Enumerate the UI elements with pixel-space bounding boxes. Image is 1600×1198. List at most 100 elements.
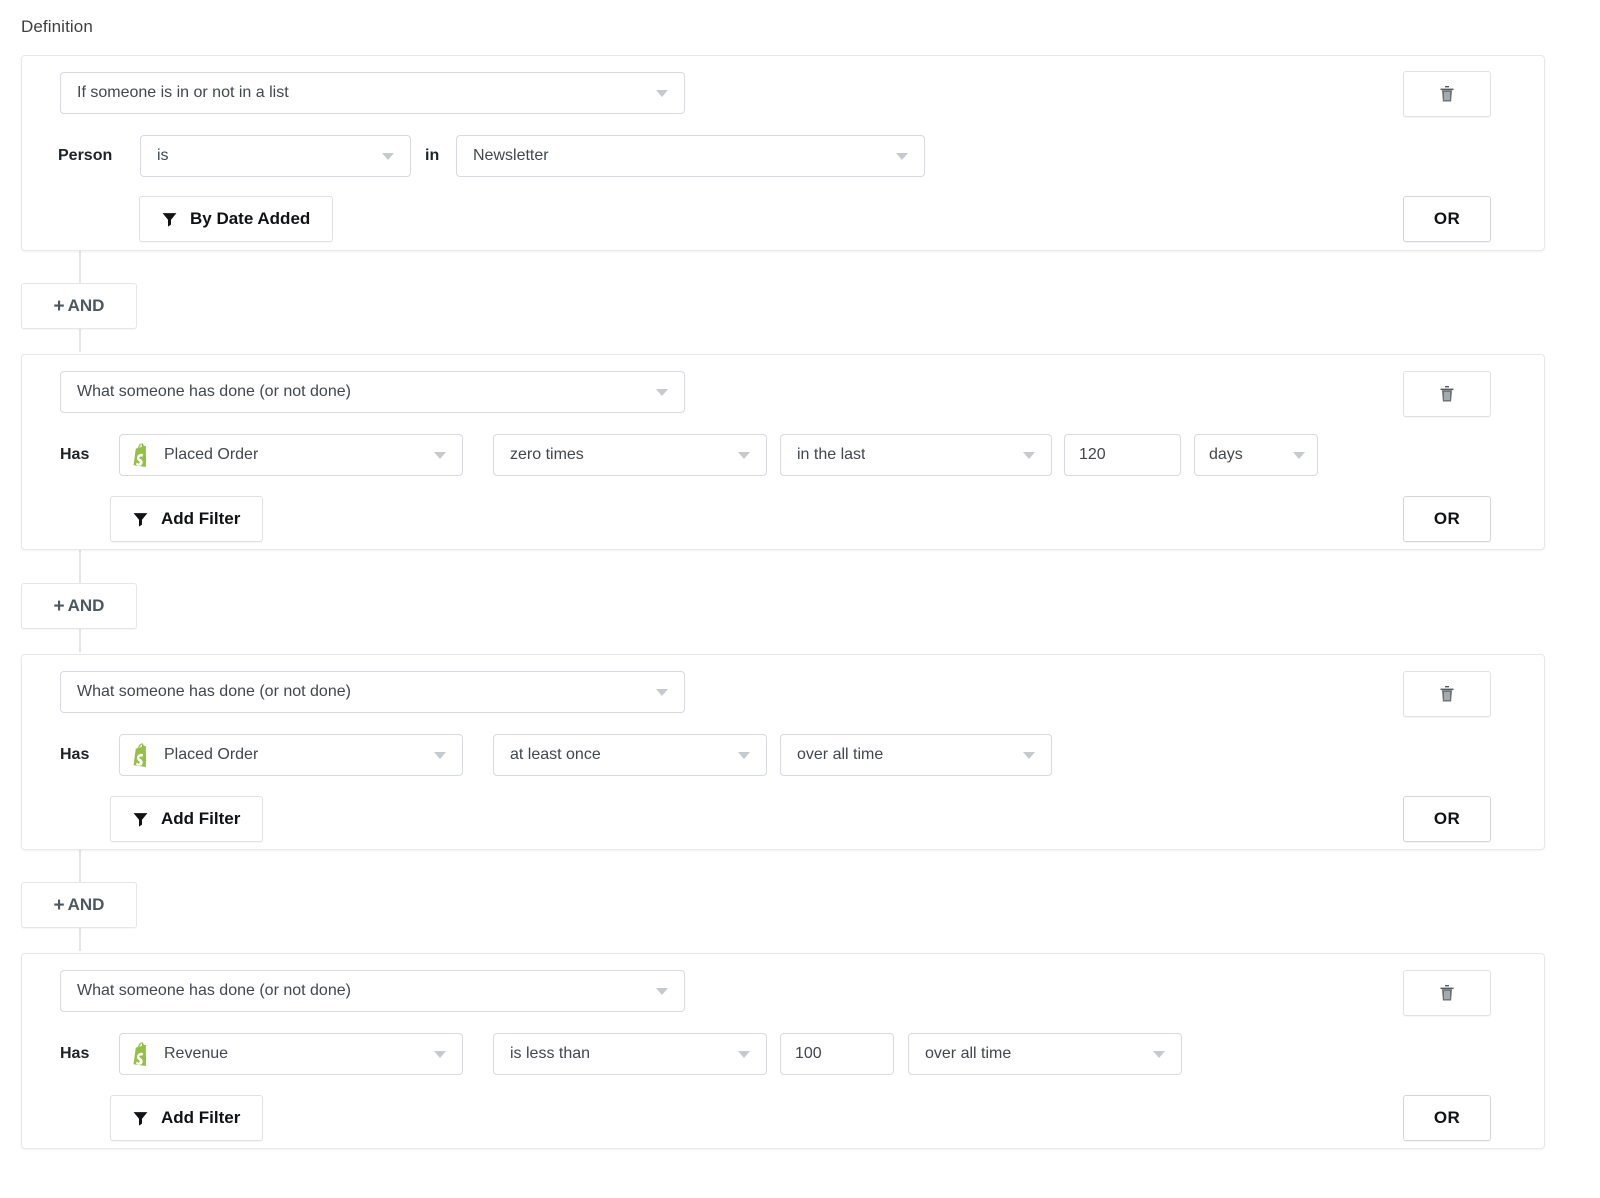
shopify-bag-icon <box>130 443 152 467</box>
or-button-2[interactable]: OR <box>1403 496 1491 542</box>
chevron-down-icon <box>896 153 908 160</box>
timeframe-value-3: over all time <box>797 746 883 764</box>
timeframe-value-2: in the last <box>797 446 865 464</box>
add-filter-label-2: Add Filter <box>161 509 240 529</box>
add-filter-label-4: Add Filter <box>161 1108 240 1128</box>
by-date-added-button[interactable]: By Date Added <box>139 196 333 242</box>
has-label-2: Has <box>60 434 89 476</box>
unit-value-2: days <box>1209 446 1243 464</box>
person-operator-value: is <box>157 147 169 165</box>
and-label-3: AND <box>68 895 105 915</box>
condition-type-value-4: What someone has done (or not done) <box>77 982 351 1000</box>
chevron-down-icon <box>382 153 394 160</box>
filter-funnel-icon <box>133 1111 148 1126</box>
metric-value-4: Revenue <box>164 1045 228 1063</box>
list-value: Newsletter <box>473 147 549 165</box>
or-label-1: OR <box>1434 209 1460 229</box>
plus-icon: + <box>54 896 65 915</box>
or-label-3: OR <box>1434 809 1460 829</box>
delete-condition-button-3[interactable] <box>1403 671 1491 717</box>
metric-select-2[interactable]: Placed Order <box>119 434 463 476</box>
shopify-bag-icon <box>130 743 152 767</box>
delete-condition-button-4[interactable] <box>1403 970 1491 1016</box>
person-operator-select[interactable]: is <box>140 135 411 177</box>
or-label-4: OR <box>1434 1108 1460 1128</box>
add-filter-button-3[interactable]: Add Filter <box>110 796 263 842</box>
list-select[interactable]: Newsletter <box>456 135 925 177</box>
delete-condition-button-1[interactable] <box>1403 71 1491 117</box>
condition-type-select-1[interactable]: If someone is in or not in a list <box>60 72 685 114</box>
frequency-select-4[interactable]: is less than <box>493 1033 767 1075</box>
condition-type-value-2: What someone has done (or not done) <box>77 383 351 401</box>
chevron-down-icon <box>656 90 668 97</box>
condition-type-value-1: If someone is in or not in a list <box>77 84 289 102</box>
condition-type-select-3[interactable]: What someone has done (or not done) <box>60 671 685 713</box>
chevron-down-icon <box>434 752 446 759</box>
chevron-down-icon <box>1293 452 1305 459</box>
frequency-select-3[interactable]: at least once <box>493 734 767 776</box>
and-label-2: AND <box>68 596 105 616</box>
unit-select-2[interactable]: days <box>1194 434 1318 476</box>
frequency-value-3: at least once <box>510 746 601 764</box>
add-filter-button-4[interactable]: Add Filter <box>110 1095 263 1141</box>
add-and-condition-button-1[interactable]: + AND <box>21 283 137 329</box>
filter-funnel-icon <box>133 812 148 827</box>
frequency-value-2: zero times <box>510 446 584 464</box>
or-label-2: OR <box>1434 509 1460 529</box>
chevron-down-icon <box>656 389 668 396</box>
add-filter-label-3: Add Filter <box>161 809 240 829</box>
chevron-down-icon <box>656 689 668 696</box>
filter-funnel-icon <box>162 212 177 227</box>
metric-value-2: Placed Order <box>164 446 258 464</box>
by-date-added-label: By Date Added <box>190 209 310 229</box>
condition-type-value-3: What someone has done (or not done) <box>77 683 351 701</box>
or-button-3[interactable]: OR <box>1403 796 1491 842</box>
person-label: Person <box>58 135 112 177</box>
chevron-down-icon <box>656 988 668 995</box>
and-label-1: AND <box>68 296 105 316</box>
frequency-select-2[interactable]: zero times <box>493 434 767 476</box>
frequency-value-4: is less than <box>510 1045 590 1063</box>
filter-funnel-icon <box>133 512 148 527</box>
in-label: in <box>425 135 439 177</box>
definition-builder-page: Definition If someone is in or not in a … <box>0 0 1600 1198</box>
chevron-down-icon <box>738 1051 750 1058</box>
delete-condition-button-2[interactable] <box>1403 371 1491 417</box>
page-title: Definition <box>21 17 93 37</box>
condition-card-3: What someone has done (or not done) Has … <box>21 654 1545 850</box>
condition-type-select-2[interactable]: What someone has done (or not done) <box>60 371 685 413</box>
or-button-4[interactable]: OR <box>1403 1095 1491 1141</box>
condition-card-2: What someone has done (or not done) Has … <box>21 354 1545 550</box>
shopify-bag-icon <box>130 1042 152 1066</box>
trash-icon <box>1439 984 1455 1002</box>
amount-input-2[interactable]: 120 <box>1064 434 1181 476</box>
timeframe-select-4[interactable]: over all time <box>908 1033 1182 1075</box>
has-label-4: Has <box>60 1033 89 1075</box>
trash-icon <box>1439 685 1455 703</box>
chevron-down-icon <box>738 752 750 759</box>
metric-select-4[interactable]: Revenue <box>119 1033 463 1075</box>
add-and-condition-button-2[interactable]: + AND <box>21 583 137 629</box>
condition-card-1: If someone is in or not in a list Person… <box>21 55 1545 251</box>
chevron-down-icon <box>434 1051 446 1058</box>
timeframe-select-3[interactable]: over all time <box>780 734 1052 776</box>
amount-input-4[interactable]: 100 <box>780 1033 894 1075</box>
add-filter-button-2[interactable]: Add Filter <box>110 496 263 542</box>
chevron-down-icon <box>434 452 446 459</box>
metric-select-3[interactable]: Placed Order <box>119 734 463 776</box>
amount-value-4: 100 <box>795 1045 822 1063</box>
timeframe-value-4: over all time <box>925 1045 1011 1063</box>
condition-type-select-4[interactable]: What someone has done (or not done) <box>60 970 685 1012</box>
trash-icon <box>1439 85 1455 103</box>
chevron-down-icon <box>738 452 750 459</box>
or-button-1[interactable]: OR <box>1403 196 1491 242</box>
metric-value-3: Placed Order <box>164 746 258 764</box>
condition-card-4: What someone has done (or not done) Has … <box>21 953 1545 1149</box>
chevron-down-icon <box>1023 452 1035 459</box>
chevron-down-icon <box>1023 752 1035 759</box>
add-and-condition-button-3[interactable]: + AND <box>21 882 137 928</box>
has-label-3: Has <box>60 734 89 776</box>
chevron-down-icon <box>1153 1051 1165 1058</box>
timeframe-select-2[interactable]: in the last <box>780 434 1052 476</box>
plus-icon: + <box>54 597 65 616</box>
